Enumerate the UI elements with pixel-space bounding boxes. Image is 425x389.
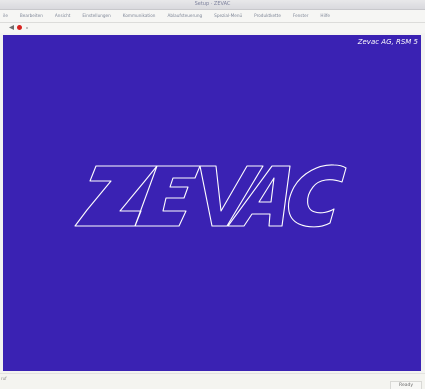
menu-file[interactable]: ile [0, 10, 14, 22]
status-left-text: ruf [1, 376, 7, 381]
menu-edit[interactable]: Bearbeiten [14, 10, 49, 22]
main-canvas: Zevac AG, RSM 5 [3, 35, 421, 371]
menu-settings[interactable]: Einstellungen [76, 10, 116, 22]
record-icon[interactable] [17, 25, 22, 30]
back-arrow-icon[interactable] [9, 25, 14, 30]
dot-icon [26, 27, 28, 29]
menu-help[interactable]: Hilfe [314, 10, 336, 22]
status-ready-indicator: Ready [390, 381, 422, 389]
menu-special[interactable]: Spezial-Menü [208, 10, 248, 22]
menu-window[interactable]: Fenster [287, 10, 315, 22]
window-title: Setup · ZEVAC [194, 1, 231, 7]
zevac-logo [74, 164, 347, 228]
app-window: Setup · ZEVAC ile Bearbeiten Ansicht Ein… [0, 0, 425, 389]
menu-sequence-control[interactable]: Ablaufsteuerung [161, 10, 208, 22]
title-bar: Setup · ZEVAC [0, 0, 425, 10]
menu-product-chain[interactable]: Produktkette [248, 10, 287, 22]
toolbar [0, 23, 425, 33]
status-bar: ruf Ready [0, 373, 425, 389]
menu-bar: ile Bearbeiten Ansicht Einstellungen Kom… [0, 10, 425, 23]
menu-view[interactable]: Ansicht [49, 10, 76, 22]
menu-communication[interactable]: Kommunikation [117, 10, 162, 22]
